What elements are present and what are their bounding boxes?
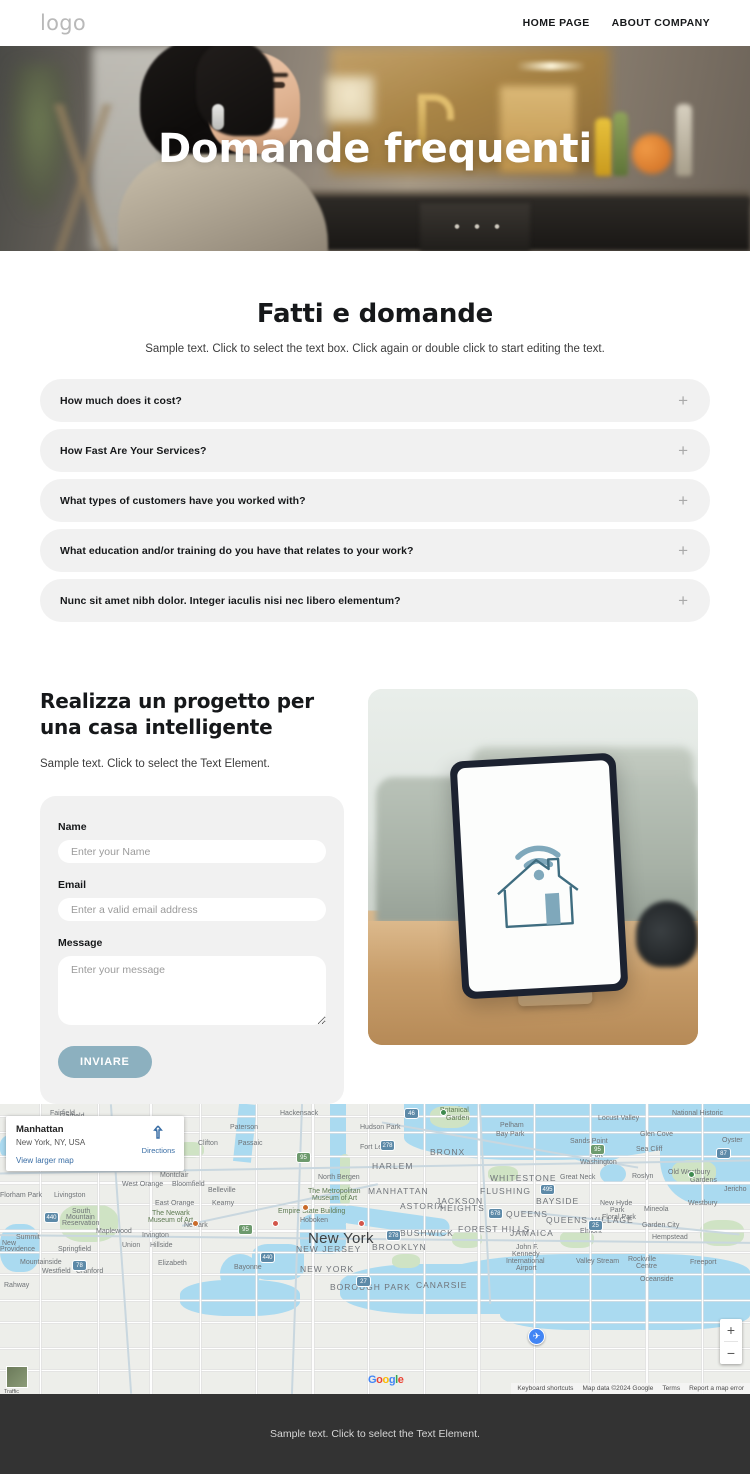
map-route-shield: 78 xyxy=(72,1260,87,1272)
map-route-shield: 278 xyxy=(386,1230,401,1242)
map-attribution: Keyboard shortcuts Map data ©2024 Google… xyxy=(511,1383,750,1395)
map-data-text: Map data ©2024 Google xyxy=(582,1385,654,1393)
contact-heading: Realizza un progetto per una casa intell… xyxy=(40,689,314,739)
faq-item[interactable]: What education and/or training do you ha… xyxy=(40,529,710,572)
site-logo[interactable]: logo xyxy=(40,11,86,35)
message-label: Message xyxy=(58,937,103,950)
email-label: Email xyxy=(58,879,87,892)
site-header: logo HOME PAGE ABOUT COMPANY xyxy=(0,0,750,46)
map-poi-marker[interactable] xyxy=(302,1204,309,1212)
main-navigation: HOME PAGE ABOUT COMPANY xyxy=(523,17,710,29)
name-label: Name xyxy=(58,821,87,834)
google-map[interactable]: FairfieldGarfieldHackensackBotanicalGard… xyxy=(0,1104,750,1395)
nav-item-home-page[interactable]: HOME PAGE xyxy=(523,17,590,29)
tablet-screen xyxy=(456,759,622,993)
tablet-device xyxy=(449,752,629,1000)
page-root: logo HOME PAGE ABOUT COMPANY Domande fre… xyxy=(0,0,750,1474)
plus-icon[interactable]: + xyxy=(678,592,688,609)
google-logo-e: e xyxy=(397,1374,404,1387)
faq-accordion-list: How much does it cost? + How Fast Are Yo… xyxy=(40,379,710,622)
faq-section: Fatti e domande Sample text. Click to se… xyxy=(0,251,750,622)
map-poi-marker[interactable] xyxy=(358,1220,365,1228)
footer-text: Sample text. Click to select the Text El… xyxy=(270,1428,480,1441)
faq-question: What education and/or training do you ha… xyxy=(60,544,414,557)
map-route-shield: 440 xyxy=(44,1212,59,1224)
directions-label: Directions xyxy=(141,1146,175,1156)
map-route-shield: 278 xyxy=(380,1140,395,1152)
site-footer: Sample text. Click to select the Text El… xyxy=(0,1394,750,1474)
faq-question: What types of customers have you worked … xyxy=(60,494,306,507)
faq-item[interactable]: How much does it cost? + xyxy=(40,379,710,422)
map-info-card[interactable]: Manhattan New York, NY, USA View larger … xyxy=(6,1116,184,1172)
keyboard-shortcuts-link[interactable]: Keyboard shortcuts xyxy=(517,1385,573,1392)
terms-link[interactable]: Terms xyxy=(662,1385,680,1392)
map-route-shield: 25 xyxy=(588,1220,603,1232)
smart-home-wifi-icon xyxy=(497,845,579,929)
view-larger-map-link[interactable]: View larger map xyxy=(16,1156,174,1165)
map-poi-marker[interactable] xyxy=(192,1220,199,1228)
faq-item[interactable]: How Fast Are Your Services? + xyxy=(40,429,710,472)
nav-item-about-company[interactable]: ABOUT COMPANY xyxy=(612,17,710,29)
promo-image xyxy=(368,689,698,1045)
map-route-shield: 87 xyxy=(716,1148,731,1160)
plus-icon[interactable]: + xyxy=(678,542,688,559)
contact-section: Realizza un progetto per una casa intell… xyxy=(0,629,750,1105)
map-route-shield: 440 xyxy=(260,1252,275,1264)
name-input[interactable] xyxy=(58,840,326,864)
map-route-shield: 95 xyxy=(296,1152,311,1164)
map-route-shield: 95 xyxy=(590,1144,605,1156)
directions-icon xyxy=(153,1125,164,1139)
faq-item[interactable]: Nunc sit amet nibh dolor. Integer iaculi… xyxy=(40,579,710,622)
faq-question: How Fast Are Your Services? xyxy=(60,444,207,457)
plus-icon[interactable]: + xyxy=(678,492,688,509)
message-textarea[interactable] xyxy=(58,956,326,1026)
map-layer-label: Traffic xyxy=(4,1389,19,1395)
faq-heading: Fatti e domande xyxy=(256,299,494,329)
contact-form: Name Email Message INVIARE xyxy=(40,796,344,1105)
report-error-link[interactable]: Report a map error xyxy=(689,1385,744,1392)
map-zoom-controls[interactable]: + − xyxy=(720,1319,742,1365)
email-input[interactable] xyxy=(58,898,326,922)
contact-subheading: Sample text. Click to select the Text El… xyxy=(40,758,270,771)
google-logo: Google xyxy=(368,1374,404,1386)
zoom-in-button[interactable]: + xyxy=(720,1319,742,1341)
plus-icon[interactable]: + xyxy=(678,442,688,459)
map-layer-thumbnail[interactable] xyxy=(6,1366,28,1389)
map-route-shield: 46 xyxy=(404,1108,419,1120)
contact-left-column: Realizza un progetto per una casa intell… xyxy=(40,689,344,1105)
hero-banner: Domande frequenti xyxy=(0,46,750,251)
plus-icon[interactable]: + xyxy=(678,392,688,409)
submit-button[interactable]: INVIARE xyxy=(58,1046,152,1079)
zoom-out-button[interactable]: − xyxy=(720,1342,742,1364)
map-route-shield: 95 xyxy=(238,1224,253,1236)
directions-button[interactable]: Directions xyxy=(142,1124,175,1155)
faq-item[interactable]: What types of customers have you worked … xyxy=(40,479,710,522)
map-route-shield: 495 xyxy=(540,1184,555,1196)
faq-subheading: Sample text. Click to select the text bo… xyxy=(145,343,605,355)
faq-question: How much does it cost? xyxy=(60,394,182,407)
faq-question: Nunc sit amet nibh dolor. Integer iaculi… xyxy=(60,594,401,607)
map-route-shield: 678 xyxy=(488,1208,503,1220)
map-route-shield: 27 xyxy=(356,1276,371,1288)
map-poi-marker[interactable] xyxy=(272,1220,279,1228)
hero-title: Domande frequenti xyxy=(158,125,592,172)
google-logo-g1: G xyxy=(368,1374,377,1387)
